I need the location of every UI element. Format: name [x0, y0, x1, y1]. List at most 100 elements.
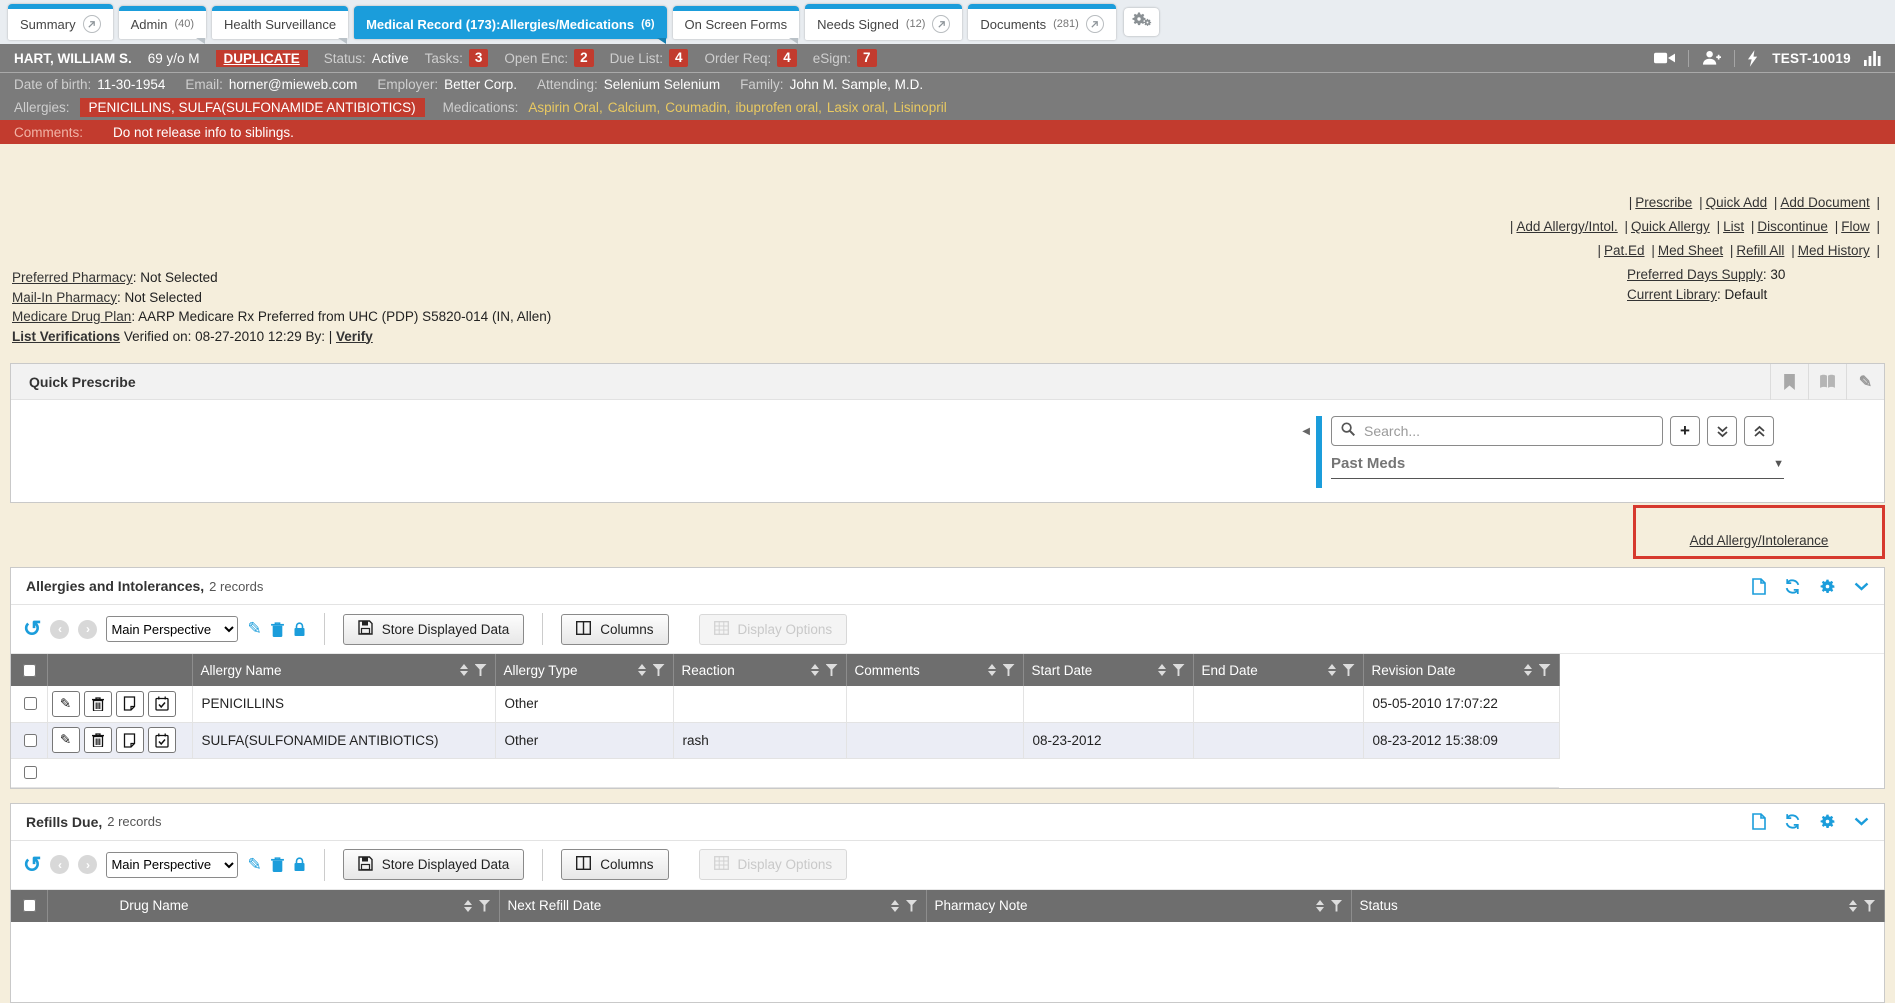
columns-button[interactable]: Columns: [561, 614, 668, 645]
collapse-section-icon[interactable]: [1854, 817, 1869, 826]
past-meds-dropdown[interactable]: Past Meds ▼: [1331, 455, 1784, 479]
verify-link[interactable]: Verify: [336, 329, 373, 344]
external-link-icon[interactable]: [932, 15, 950, 33]
columns-button[interactable]: Columns: [561, 849, 668, 880]
medicare-plan-link[interactable]: Medicare Drug Plan: [12, 309, 131, 324]
tab-health-surveillance[interactable]: Health Surveillance: [212, 6, 348, 39]
preferred-pharmacy-link[interactable]: Preferred Pharmacy: [12, 270, 133, 285]
bookmark-icon[interactable]: [1770, 364, 1808, 400]
trash-icon[interactable]: [271, 857, 284, 872]
list-link[interactable]: List: [1723, 219, 1744, 234]
lightning-icon[interactable]: [1748, 50, 1759, 67]
edit-pencil-icon[interactable]: ✎: [247, 855, 261, 875]
collapse-section-icon[interactable]: [1854, 582, 1869, 591]
edit-pencil-icon[interactable]: ✎: [52, 691, 80, 717]
trash-icon[interactable]: [84, 727, 112, 753]
note-icon[interactable]: [116, 691, 144, 717]
collapse-all-icon[interactable]: [1744, 416, 1774, 446]
expand-all-icon[interactable]: [1707, 416, 1737, 446]
current-library-link[interactable]: Current Library: [1627, 287, 1717, 302]
filter-icon[interactable]: [1003, 664, 1015, 676]
quick-allergy-link[interactable]: Quick Allergy: [1631, 219, 1710, 234]
med-sheet-link[interactable]: Med Sheet: [1658, 243, 1723, 258]
video-camera-icon[interactable]: [1654, 51, 1675, 65]
add-person-icon[interactable]: [1702, 50, 1721, 66]
calendar-check-icon[interactable]: [148, 727, 176, 753]
sort-icon[interactable]: [891, 900, 899, 912]
medication-link[interactable]: Lisinopril: [893, 100, 946, 115]
external-link-icon[interactable]: [83, 15, 101, 33]
calendar-check-icon[interactable]: [148, 691, 176, 717]
filter-icon[interactable]: [826, 664, 838, 676]
new-document-icon[interactable]: [1752, 578, 1766, 595]
row-checkbox[interactable]: [24, 697, 37, 710]
trash-icon[interactable]: [271, 622, 284, 637]
lock-icon[interactable]: [293, 857, 306, 872]
tab-needs-signed[interactable]: Needs Signed (12): [805, 4, 962, 40]
preferred-days-supply-link[interactable]: Preferred Days Supply: [1627, 267, 1763, 282]
filter-icon[interactable]: [653, 664, 665, 676]
mailin-pharmacy-link[interactable]: Mail-In Pharmacy: [12, 290, 117, 305]
sort-icon[interactable]: [460, 664, 468, 676]
sort-icon[interactable]: [1316, 900, 1324, 912]
gear-icon[interactable]: [1819, 813, 1836, 830]
medication-link[interactable]: ibuprofen oral: [736, 100, 819, 115]
edit-pencil-icon[interactable]: ✎: [1846, 364, 1884, 400]
sort-icon[interactable]: [988, 664, 996, 676]
undo-icon[interactable]: ↺: [23, 854, 41, 876]
filter-icon[interactable]: [479, 900, 491, 912]
filter-icon[interactable]: [475, 664, 487, 676]
undo-icon[interactable]: ↺: [23, 618, 41, 640]
open-enc-badge[interactable]: 2: [574, 49, 594, 67]
gear-icon[interactable]: [1819, 578, 1836, 595]
medication-search-input[interactable]: [1362, 422, 1653, 440]
new-document-icon[interactable]: [1752, 813, 1766, 830]
refresh-icon[interactable]: [1784, 813, 1801, 830]
tab-settings-button[interactable]: [1124, 8, 1159, 36]
sort-icon[interactable]: [1158, 664, 1166, 676]
email-value[interactable]: horner@mieweb.com: [229, 77, 358, 92]
duplicate-flag[interactable]: DUPLICATE: [216, 50, 308, 67]
prescribe-link[interactable]: Prescribe: [1635, 195, 1692, 210]
medication-link[interactable]: Calcium: [608, 100, 657, 115]
refresh-icon[interactable]: [1784, 578, 1801, 595]
perspective-select[interactable]: Main Perspective: [106, 616, 238, 642]
tab-documents[interactable]: Documents (281): [968, 4, 1115, 40]
order-req-badge[interactable]: 4: [777, 49, 797, 67]
filter-icon[interactable]: [1343, 664, 1355, 676]
esign-badge[interactable]: 7: [857, 49, 877, 67]
sort-icon[interactable]: [1524, 664, 1532, 676]
next-perspective-icon[interactable]: ›: [78, 855, 97, 874]
new-row-checkbox[interactable]: [24, 766, 37, 779]
bar-chart-icon[interactable]: [1864, 51, 1881, 66]
due-list-badge[interactable]: 4: [669, 49, 689, 67]
note-icon[interactable]: [116, 727, 144, 753]
refill-all-link[interactable]: Refill All: [1736, 243, 1784, 258]
tab-admin[interactable]: Admin (40): [119, 6, 206, 39]
next-perspective-icon[interactable]: ›: [78, 620, 97, 639]
sort-icon[interactable]: [464, 900, 472, 912]
store-displayed-data-button[interactable]: Store Displayed Data: [343, 849, 525, 880]
edit-pencil-icon[interactable]: ✎: [52, 727, 80, 753]
row-checkbox[interactable]: [24, 734, 37, 747]
select-all-checkbox[interactable]: [23, 899, 36, 912]
add-allergy-intolerance-link[interactable]: Add Allergy/Intolerance: [1690, 533, 1829, 548]
prev-perspective-icon[interactable]: ‹: [50, 620, 69, 639]
med-history-link[interactable]: Med History: [1798, 243, 1870, 258]
list-verifications-link[interactable]: List Verifications: [12, 329, 120, 344]
tab-medical-record[interactable]: Medical Record (173):Allergies/Medicatio…: [354, 6, 666, 39]
filter-icon[interactable]: [1864, 900, 1876, 912]
prev-perspective-icon[interactable]: ‹: [50, 855, 69, 874]
flow-link[interactable]: Flow: [1841, 219, 1870, 234]
lock-icon[interactable]: [293, 622, 306, 637]
medication-link[interactable]: Coumadin: [665, 100, 727, 115]
discontinue-link[interactable]: Discontinue: [1757, 219, 1828, 234]
book-icon[interactable]: [1808, 364, 1846, 400]
tab-on-screen-forms[interactable]: On Screen Forms: [673, 6, 800, 39]
add-allergy-intol-link[interactable]: Add Allergy/Intol.: [1516, 219, 1617, 234]
sort-icon[interactable]: [811, 664, 819, 676]
tasks-badge[interactable]: 3: [469, 49, 489, 67]
filter-icon[interactable]: [1173, 664, 1185, 676]
external-link-icon[interactable]: [1086, 15, 1104, 33]
tab-summary[interactable]: Summary: [8, 4, 113, 40]
